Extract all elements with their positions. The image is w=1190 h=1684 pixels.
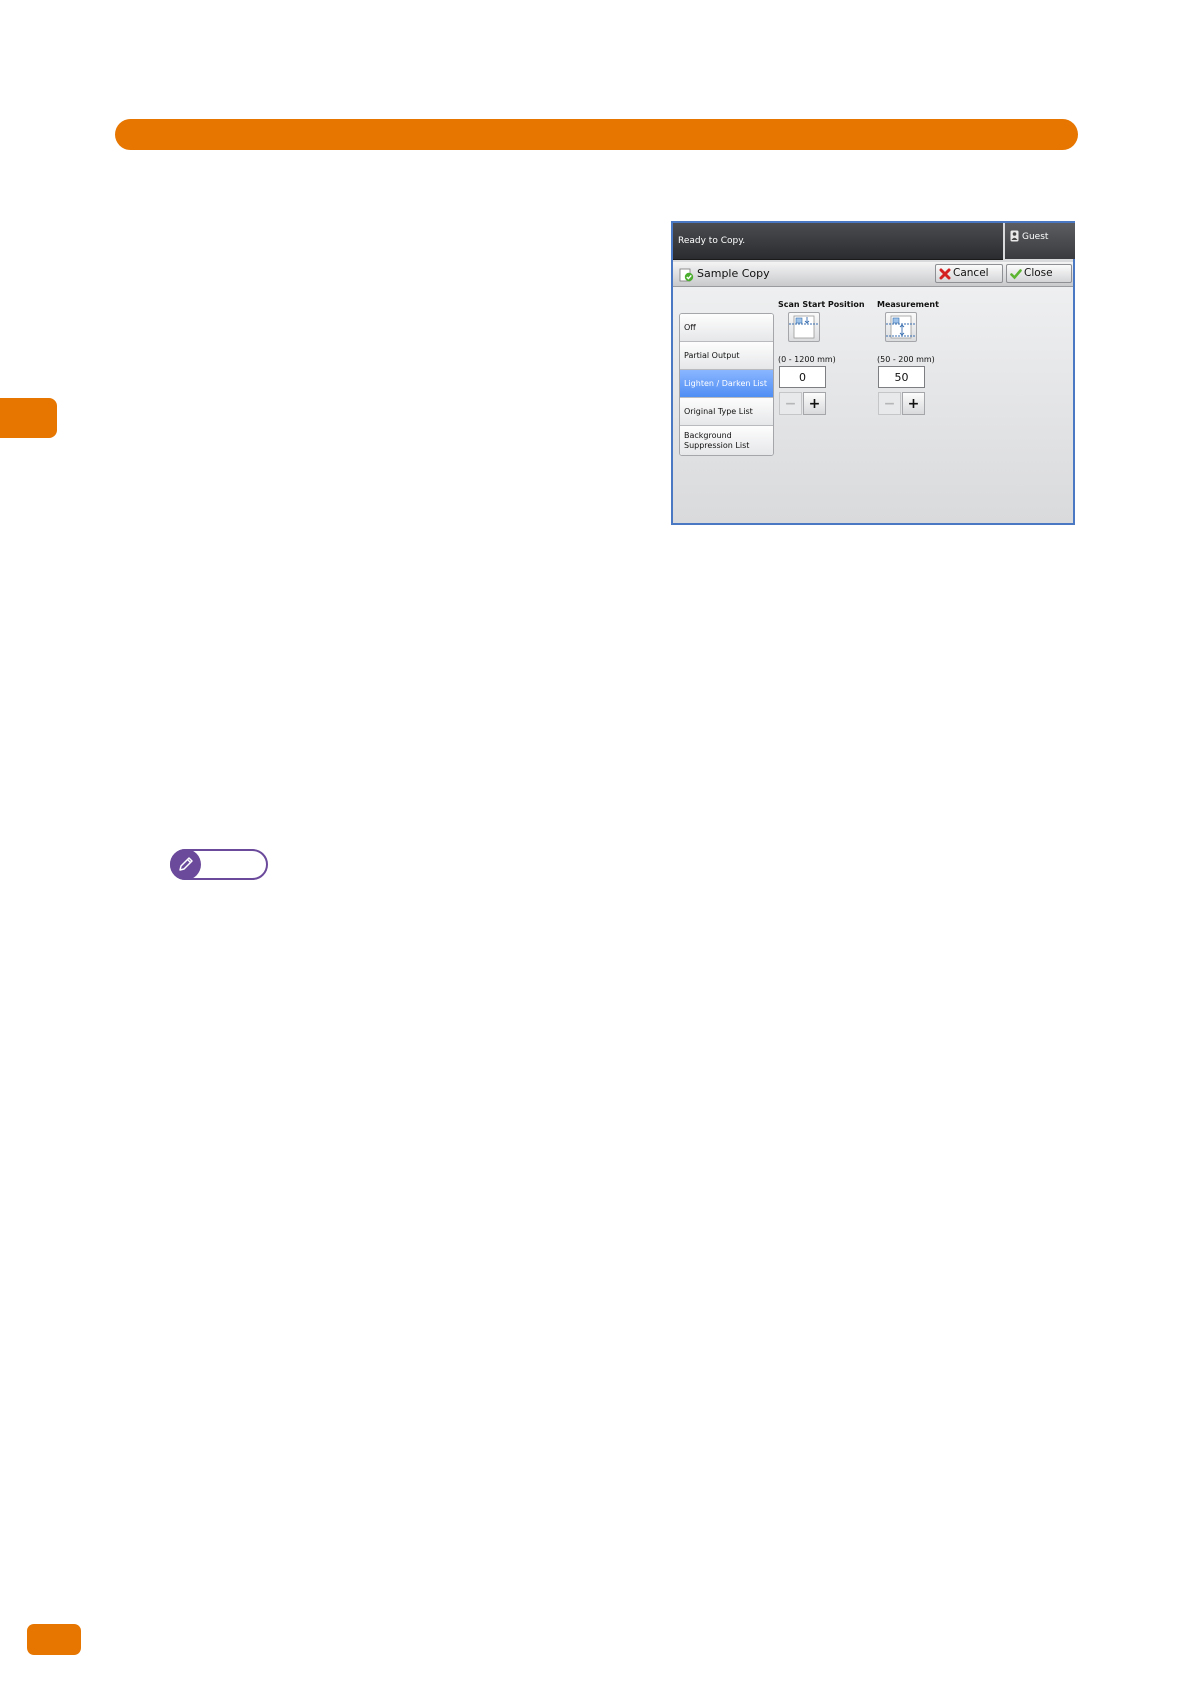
user-button[interactable]: Guest — [1005, 223, 1075, 259]
option-background-suppression-list[interactable]: Background Suppression List — [680, 426, 773, 455]
scan-start-icon — [788, 312, 820, 342]
scan-start-label: Scan Start Position — [778, 300, 865, 309]
measurement-value[interactable]: 50 — [878, 366, 925, 388]
option-partial-output[interactable]: Partial Output — [680, 342, 773, 370]
scan-start-minus-button[interactable]: − — [779, 392, 802, 415]
close-button[interactable]: Close — [1006, 264, 1072, 283]
device-screen: Ready to Copy. Guest Sample Copy Cancel … — [671, 221, 1075, 525]
option-lighten-darken-list[interactable]: Lighten / Darken List — [680, 370, 773, 398]
dialog-content: Off Partial Output Lighten / Darken List… — [673, 287, 1073, 523]
sample-copy-icon — [679, 268, 694, 282]
dialog-title: Sample Copy — [697, 267, 770, 280]
page-number-tab — [27, 1624, 81, 1655]
scan-start-value[interactable]: 0 — [779, 366, 826, 388]
measurement-label: Measurement — [877, 300, 939, 309]
user-label: Guest — [1022, 232, 1049, 242]
option-original-type-list[interactable]: Original Type List — [680, 398, 773, 426]
status-text: Ready to Copy. — [678, 236, 746, 246]
pencil-icon — [170, 849, 201, 880]
checkmark-icon — [1010, 269, 1022, 280]
measurement-plus-button[interactable]: + — [902, 392, 925, 415]
status-bar: Ready to Copy. — [673, 223, 1003, 260]
dialog-title-bar: Sample Copy Cancel Close — [673, 262, 1073, 287]
measurement-range: (50 - 200 mm) — [877, 355, 935, 364]
cancel-button[interactable]: Cancel — [935, 264, 1003, 283]
scan-start-range: (0 - 1200 mm) — [778, 355, 836, 364]
option-list: Off Partial Output Lighten / Darken List… — [679, 313, 774, 456]
cancel-icon — [939, 268, 951, 280]
measurement-icon — [885, 312, 917, 342]
user-icon — [1010, 230, 1019, 242]
note-badge — [170, 849, 268, 880]
scan-start-plus-button[interactable]: + — [803, 392, 826, 415]
measurement-minus-button[interactable]: − — [878, 392, 901, 415]
chapter-side-tab — [0, 398, 57, 438]
chapter-header-bar — [115, 119, 1078, 150]
option-off[interactable]: Off — [680, 314, 773, 342]
